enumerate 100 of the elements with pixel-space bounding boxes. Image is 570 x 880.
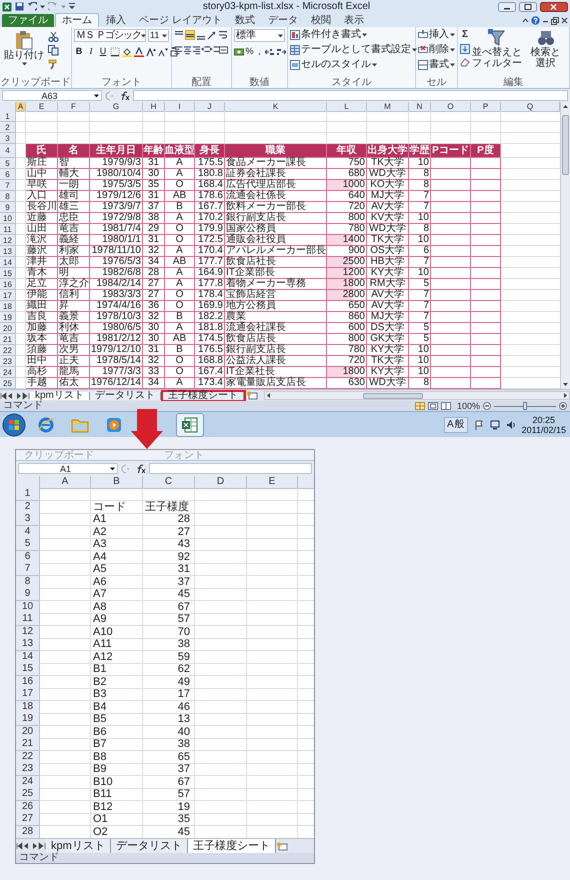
cells-button[interactable]: 挿入 xyxy=(418,29,455,41)
editing-button[interactable]: 並べ替えと フィルター xyxy=(472,29,522,77)
style-button[interactable]: 条件付き書式 xyxy=(290,29,417,41)
sheet-nav-icon[interactable] xyxy=(16,842,46,850)
caret-icon[interactable] xyxy=(94,94,99,98)
caret-icon[interactable] xyxy=(412,48,417,52)
network-icon[interactable] xyxy=(490,420,500,430)
paste-button[interactable]: 貼り付け xyxy=(2,29,46,75)
caret-icon[interactable] xyxy=(162,34,167,38)
column-header[interactable]: H xyxy=(150,102,156,111)
column-header[interactable]: F xyxy=(71,102,76,111)
help-icon[interactable] xyxy=(531,16,540,25)
outdent-icon[interactable] xyxy=(201,45,210,55)
app-icon[interactable] xyxy=(2,2,12,12)
new-sheet-icon[interactable] xyxy=(246,391,258,400)
column-header[interactable]: G xyxy=(112,102,120,111)
customize-icon[interactable] xyxy=(69,2,75,11)
format-button[interactable]: I xyxy=(86,46,96,57)
column-header[interactable]: Q xyxy=(526,102,534,111)
ribbon-tab[interactable]: データ xyxy=(262,14,304,27)
brush-icon[interactable] xyxy=(48,59,59,70)
format-button[interactable]: U xyxy=(98,46,108,57)
copy-icon[interactable] xyxy=(48,45,59,56)
editing-button[interactable]: 検索と 選択 xyxy=(524,29,567,77)
restore-icon[interactable] xyxy=(551,16,559,24)
scroll-bar[interactable] xyxy=(264,391,570,400)
scroll-thumb[interactable] xyxy=(362,392,423,398)
name-box[interactable]: A63 xyxy=(2,90,102,101)
formula-input[interactable] xyxy=(149,463,312,474)
ribbon-tab[interactable]: 校閲 xyxy=(304,14,337,27)
name-box[interactable]: A1 xyxy=(18,463,118,474)
maximize-icon[interactable] xyxy=(519,2,537,12)
column-header[interactable]: E xyxy=(268,476,276,488)
decrease-decimal-icon[interactable] xyxy=(276,46,286,56)
scroll-bar[interactable] xyxy=(560,102,570,389)
sheet-tab[interactable]: 王子様度シート xyxy=(188,839,276,853)
sheet-nav-icon[interactable] xyxy=(0,392,30,400)
zoom-in-icon[interactable] xyxy=(559,402,567,410)
currency-icon[interactable] xyxy=(234,46,244,56)
style-button[interactable]: セルのスタイル xyxy=(290,59,417,71)
column-header[interactable]: B xyxy=(113,476,120,488)
cells-button[interactable]: 削除 xyxy=(418,44,455,56)
fill-icon[interactable] xyxy=(460,44,470,54)
sheet-tab[interactable]: kpmリスト xyxy=(30,392,90,400)
new-sheet-icon[interactable] xyxy=(276,842,288,850)
column-header[interactable]: O xyxy=(447,102,454,111)
caret-icon[interactable] xyxy=(450,33,455,37)
fill-color-icon[interactable] xyxy=(122,46,132,56)
column-header[interactable]: M xyxy=(384,102,391,111)
increase-decimal-icon[interactable] xyxy=(265,46,275,56)
indent-icon[interactable] xyxy=(210,45,219,55)
caret-icon[interactable] xyxy=(362,33,367,37)
grow-font-icon[interactable] xyxy=(146,46,156,56)
ribbon-tab[interactable]: ページ レイアウト xyxy=(133,14,228,27)
page-layout-icon[interactable] xyxy=(428,402,438,410)
caret-icon[interactable] xyxy=(372,63,377,67)
sheet-tab[interactable]: 王子様度シート xyxy=(162,392,244,400)
zoom-slider[interactable] xyxy=(494,402,556,410)
slider-thumb[interactable] xyxy=(523,402,527,410)
align-middle-button[interactable] xyxy=(185,30,195,40)
column-header[interactable]: L xyxy=(344,102,349,111)
column-header[interactable]: I xyxy=(178,102,181,111)
start-orb-icon[interactable] xyxy=(2,412,26,436)
wrap-text-icon[interactable] xyxy=(218,30,228,40)
collapse-icon[interactable] xyxy=(522,17,529,24)
ribbon-tab[interactable]: ファイル xyxy=(2,14,54,27)
number-format-button[interactable]: % xyxy=(245,46,254,57)
function-icon[interactable] xyxy=(136,464,147,474)
cells-button[interactable]: 書式 xyxy=(418,59,455,71)
column-header[interactable]: N xyxy=(416,102,422,111)
scissors-icon[interactable] xyxy=(48,31,59,42)
close-icon[interactable] xyxy=(540,2,568,12)
align-center-icon[interactable] xyxy=(183,45,192,55)
flag-icon[interactable] xyxy=(474,420,484,430)
align-right-icon[interactable] xyxy=(192,45,201,55)
close-icon[interactable] xyxy=(561,17,568,24)
orientation-icon[interactable] xyxy=(207,30,217,40)
format-button[interactable]: B xyxy=(74,46,84,57)
ime-bar[interactable]: A般 xyxy=(444,416,468,432)
ribbon-tab[interactable]: 表示 xyxy=(338,14,370,27)
page-break-icon[interactable] xyxy=(440,402,451,410)
scroll-thumb[interactable] xyxy=(562,115,569,175)
volume-icon[interactable] xyxy=(506,420,516,430)
function-icon[interactable] xyxy=(120,90,131,100)
caret-icon[interactable] xyxy=(110,466,115,470)
ribbon-tab[interactable]: 挿入 xyxy=(100,14,132,27)
caret-icon[interactable] xyxy=(450,48,455,52)
style-button[interactable]: テーブルとして書式設定 xyxy=(290,44,417,56)
caret-icon[interactable] xyxy=(40,4,45,8)
shrink-font-icon[interactable] xyxy=(158,46,168,56)
number-format-button[interactable]: , xyxy=(255,46,264,57)
autosum-button[interactable]: Σ xyxy=(460,29,470,41)
caret-icon[interactable] xyxy=(22,62,26,66)
eraser-icon[interactable] xyxy=(460,57,470,67)
formula-input[interactable] xyxy=(133,90,568,101)
ribbon-tab[interactable]: 数式 xyxy=(228,14,261,27)
font-size-field[interactable]: 11 xyxy=(148,29,169,42)
caret-icon[interactable] xyxy=(140,34,146,38)
font-name-field[interactable]: ＭＳ Ｐゴシック xyxy=(74,29,146,42)
caret-icon[interactable] xyxy=(278,34,283,38)
